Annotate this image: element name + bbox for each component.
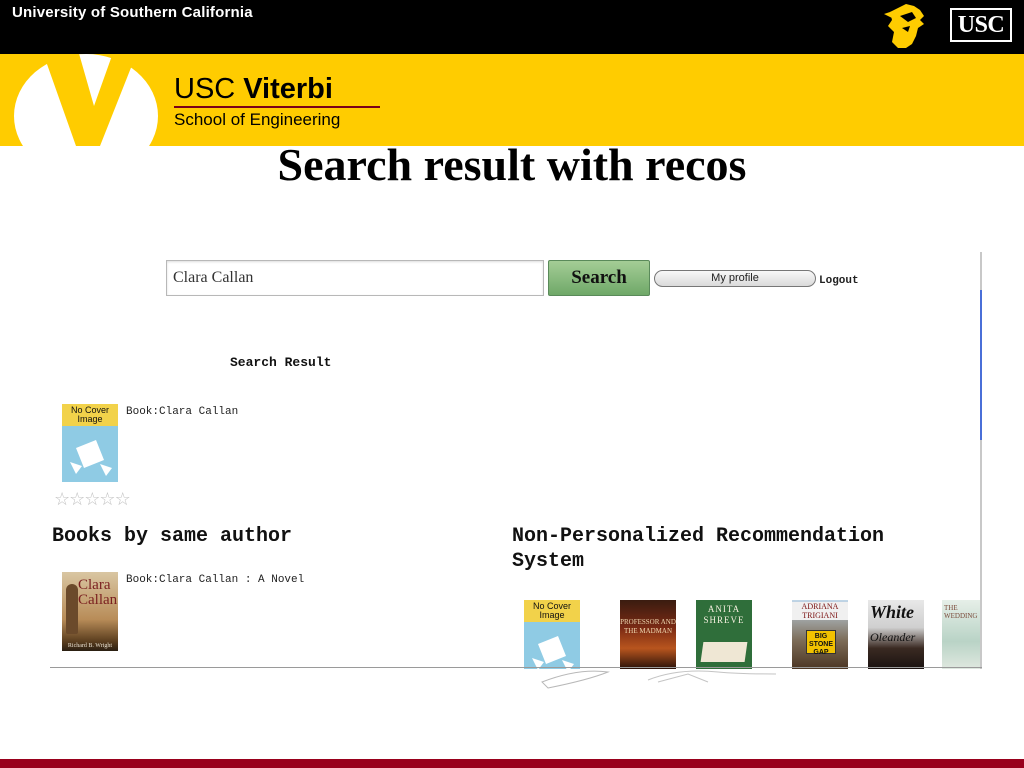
wordmark-rule bbox=[174, 106, 380, 108]
reco-cover-5-subtitle: Oleander bbox=[870, 630, 916, 644]
viterbi-v-logo bbox=[14, 54, 158, 146]
star-icon[interactable]: ☆ bbox=[84, 489, 100, 510]
viterbi-wordmark: USC Viterbi School of Engineering bbox=[174, 74, 380, 129]
usc-header-bar: University of Southern California USC bbox=[0, 0, 1024, 54]
app-screenshot: Clara Callan Search My profile Logout Se… bbox=[50, 252, 982, 669]
trojan-head-icon bbox=[884, 4, 924, 48]
my-profile-button[interactable]: My profile bbox=[654, 270, 816, 287]
slide-title: Search result with recos bbox=[277, 139, 747, 190]
star-icon[interactable]: ☆ bbox=[69, 489, 85, 510]
reco-cover-4[interactable]: ADRIANA TRIGIANI BIG STONE GAP bbox=[792, 600, 848, 669]
cover-reflection bbox=[541, 670, 777, 689]
university-name: University of Southern California bbox=[12, 4, 253, 21]
cover-figure bbox=[66, 584, 78, 634]
result-book-link[interactable]: Book:Clara Callan bbox=[126, 406, 238, 418]
reco-cover-4-title: ADRIANA TRIGIANI bbox=[792, 602, 848, 620]
search-input[interactable]: Clara Callan bbox=[166, 260, 544, 296]
search-result-heading: Search Result bbox=[230, 355, 332, 370]
author-book-cover-author: Richard B. Wright bbox=[67, 643, 113, 649]
viterbi-usc-text: USC bbox=[174, 73, 236, 105]
reco-cover-5-title: White bbox=[870, 602, 915, 622]
reco-cover-5[interactable]: White Oleander bbox=[868, 600, 924, 669]
reco-cover-4-sign: BIG STONE GAP bbox=[806, 630, 836, 656]
nonpersonalized-heading-line1: Non-Personalized Recommendation bbox=[512, 525, 885, 548]
footer-rule bbox=[0, 759, 1024, 768]
cover-book-pages bbox=[700, 642, 748, 662]
school-name: School of Engineering bbox=[174, 110, 341, 129]
screenshot-bottom-border bbox=[50, 667, 982, 668]
no-cover-text: No Cover Image bbox=[524, 600, 580, 622]
star-icon[interactable]: ☆ bbox=[54, 489, 70, 510]
star-icon[interactable]: ☆ bbox=[115, 489, 131, 510]
screenshot-scrollbar[interactable] bbox=[980, 290, 982, 440]
star-icon[interactable]: ☆ bbox=[99, 489, 115, 510]
author-book-link[interactable]: Book:Clara Callan : A Novel bbox=[126, 574, 304, 586]
reco-cover-2[interactable]: PROFESSOR AND THE MADMAN bbox=[620, 600, 676, 669]
reco-cover-1[interactable]: No Cover Image bbox=[524, 600, 580, 669]
reco-cover-6[interactable]: THE WEDDING bbox=[942, 600, 982, 669]
viterbi-banner: USC Viterbi School of Engineering bbox=[0, 54, 1024, 146]
viterbi-name-text: Viterbi bbox=[243, 73, 333, 105]
search-button[interactable]: Search bbox=[548, 260, 650, 296]
usc-logo: USC bbox=[950, 8, 1012, 42]
reco-cover-3[interactable]: ANITA SHREVE bbox=[696, 600, 752, 669]
no-cover-text: No Cover Image bbox=[62, 404, 118, 426]
reco-cover-3-title: ANITA SHREVE bbox=[703, 604, 745, 625]
reco-cover-6-title: THE WEDDING bbox=[944, 604, 978, 620]
nonpersonalized-heading-line2: System bbox=[512, 550, 585, 573]
same-author-heading: Books by same author bbox=[52, 525, 293, 548]
reco-cover-2-title: PROFESSOR AND THE MADMAN bbox=[620, 618, 676, 635]
nonpersonalized-heading: Non-Personalized Recommendation System bbox=[512, 524, 884, 574]
rating-stars[interactable]: ☆☆☆☆☆ bbox=[54, 489, 131, 510]
no-cover-icon bbox=[62, 426, 118, 482]
author-book-cover-title: Clara Callan bbox=[78, 577, 118, 608]
logout-link[interactable]: Logout bbox=[819, 275, 859, 287]
result-cover-image[interactable]: No Cover Image bbox=[62, 404, 118, 482]
author-book-cover[interactable]: Clara Callan Richard B. Wright bbox=[62, 572, 118, 651]
